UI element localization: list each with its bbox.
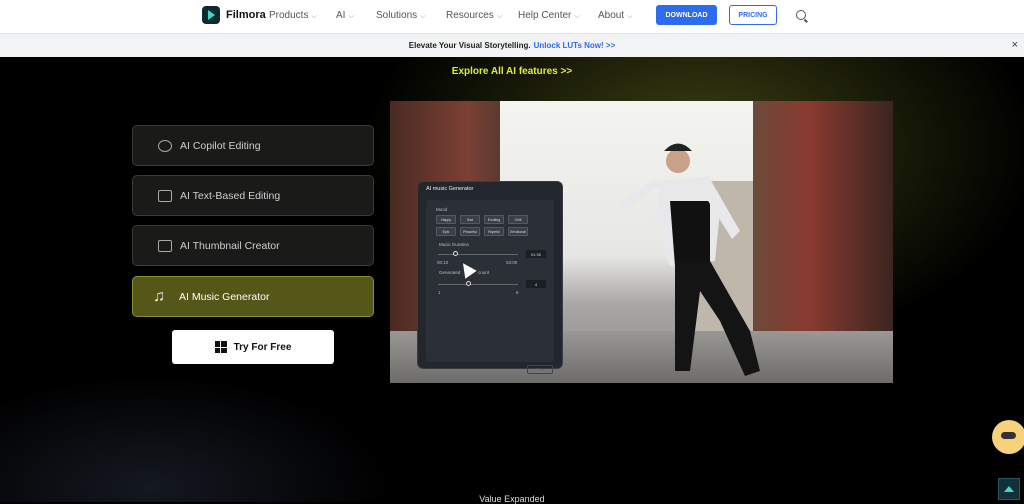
- duration-slider[interactable]: [438, 254, 518, 255]
- nav-solutions[interactable]: Solutions ⌵: [376, 10, 425, 21]
- feature-ai-copilot-editing[interactable]: AI Copilot Editing: [132, 125, 374, 166]
- nav-help-center[interactable]: Help Center ⌵: [518, 10, 580, 21]
- chevron-down-icon: ⌵: [420, 13, 426, 20]
- mood-chip[interactable]: Happy: [436, 215, 456, 224]
- mood-chip[interactable]: Exciting: [484, 215, 504, 224]
- mood-chip[interactable]: Emotional: [508, 227, 528, 236]
- unlock-luts-link[interactable]: Unlock LUTs Now! >>: [534, 41, 616, 50]
- chevron-down-icon: ⌵: [311, 13, 317, 20]
- ai-music-generator-panel: AI music Generator Mood Happy Sad Exciti…: [417, 181, 563, 374]
- explore-ai-link[interactable]: Explore All AI features >>: [0, 66, 1024, 77]
- promo-banner: Elevate Your Visual Storytelling. Unlock…: [0, 34, 1024, 57]
- nav-resources[interactable]: Resources ⌵: [446, 10, 502, 21]
- thumbnail-icon: [158, 239, 172, 252]
- feature-ai-thumbnail-creator[interactable]: AI Thumbnail Creator: [132, 225, 374, 266]
- chat-icon[interactable]: [992, 420, 1024, 454]
- close-icon[interactable]: ×: [1012, 39, 1018, 51]
- chevron-down-icon: ⌵: [496, 13, 503, 20]
- feature-ai-text-based-editing[interactable]: AI Text-Based Editing: [132, 175, 374, 216]
- music-icon: ♫: [153, 287, 165, 305]
- banner-text: Elevate Your Visual Storytelling.: [408, 41, 531, 50]
- text-edit-icon: [158, 189, 172, 202]
- copilot-icon: [158, 139, 172, 152]
- mood-chip[interactable]: Peaceful: [460, 227, 480, 236]
- chevron-down-icon: ⌵: [627, 13, 633, 20]
- mood-chip[interactable]: Hopeful: [484, 227, 504, 236]
- top-nav: Filmora Products ⌵ AI ⌵ Solutions ⌵ Resourc…: [0, 0, 1024, 34]
- nav-products[interactable]: Products ⌵: [269, 10, 317, 21]
- count-slider[interactable]: [438, 284, 518, 285]
- count-slider-handle[interactable]: [466, 281, 471, 286]
- search-icon[interactable]: [796, 10, 806, 20]
- mood-chip[interactable]: Sad: [460, 215, 480, 224]
- feature-ai-music-generator[interactable]: ♫ AI Music Generator: [132, 276, 374, 317]
- brand-name: Filmora: [226, 9, 266, 21]
- chevron-down-icon: ⌵: [574, 13, 580, 20]
- mood-chip[interactable]: Chill: [508, 215, 528, 224]
- nav-about[interactable]: About ⌵: [598, 10, 632, 21]
- back-to-top-icon[interactable]: [998, 478, 1020, 500]
- section-heading: Value Expanded: [479, 494, 545, 504]
- filmora-logo[interactable]: Filmora: [202, 6, 266, 24]
- duration-slider-handle[interactable]: [453, 251, 458, 256]
- dancer-figure: [620, 143, 760, 376]
- mood-chip[interactable]: Epic: [436, 227, 456, 236]
- try-for-free-button[interactable]: Try For Free: [172, 330, 334, 364]
- start-button[interactable]: Start: [527, 365, 553, 374]
- filmora-logo-icon: [202, 6, 220, 24]
- nav-ai[interactable]: AI ⌵: [336, 10, 354, 21]
- windows-icon: [214, 341, 227, 353]
- chevron-down-icon: ⌵: [348, 13, 354, 20]
- pricing-button[interactable]: PRICING: [729, 5, 777, 25]
- download-button[interactable]: DOWNLOAD: [656, 5, 717, 25]
